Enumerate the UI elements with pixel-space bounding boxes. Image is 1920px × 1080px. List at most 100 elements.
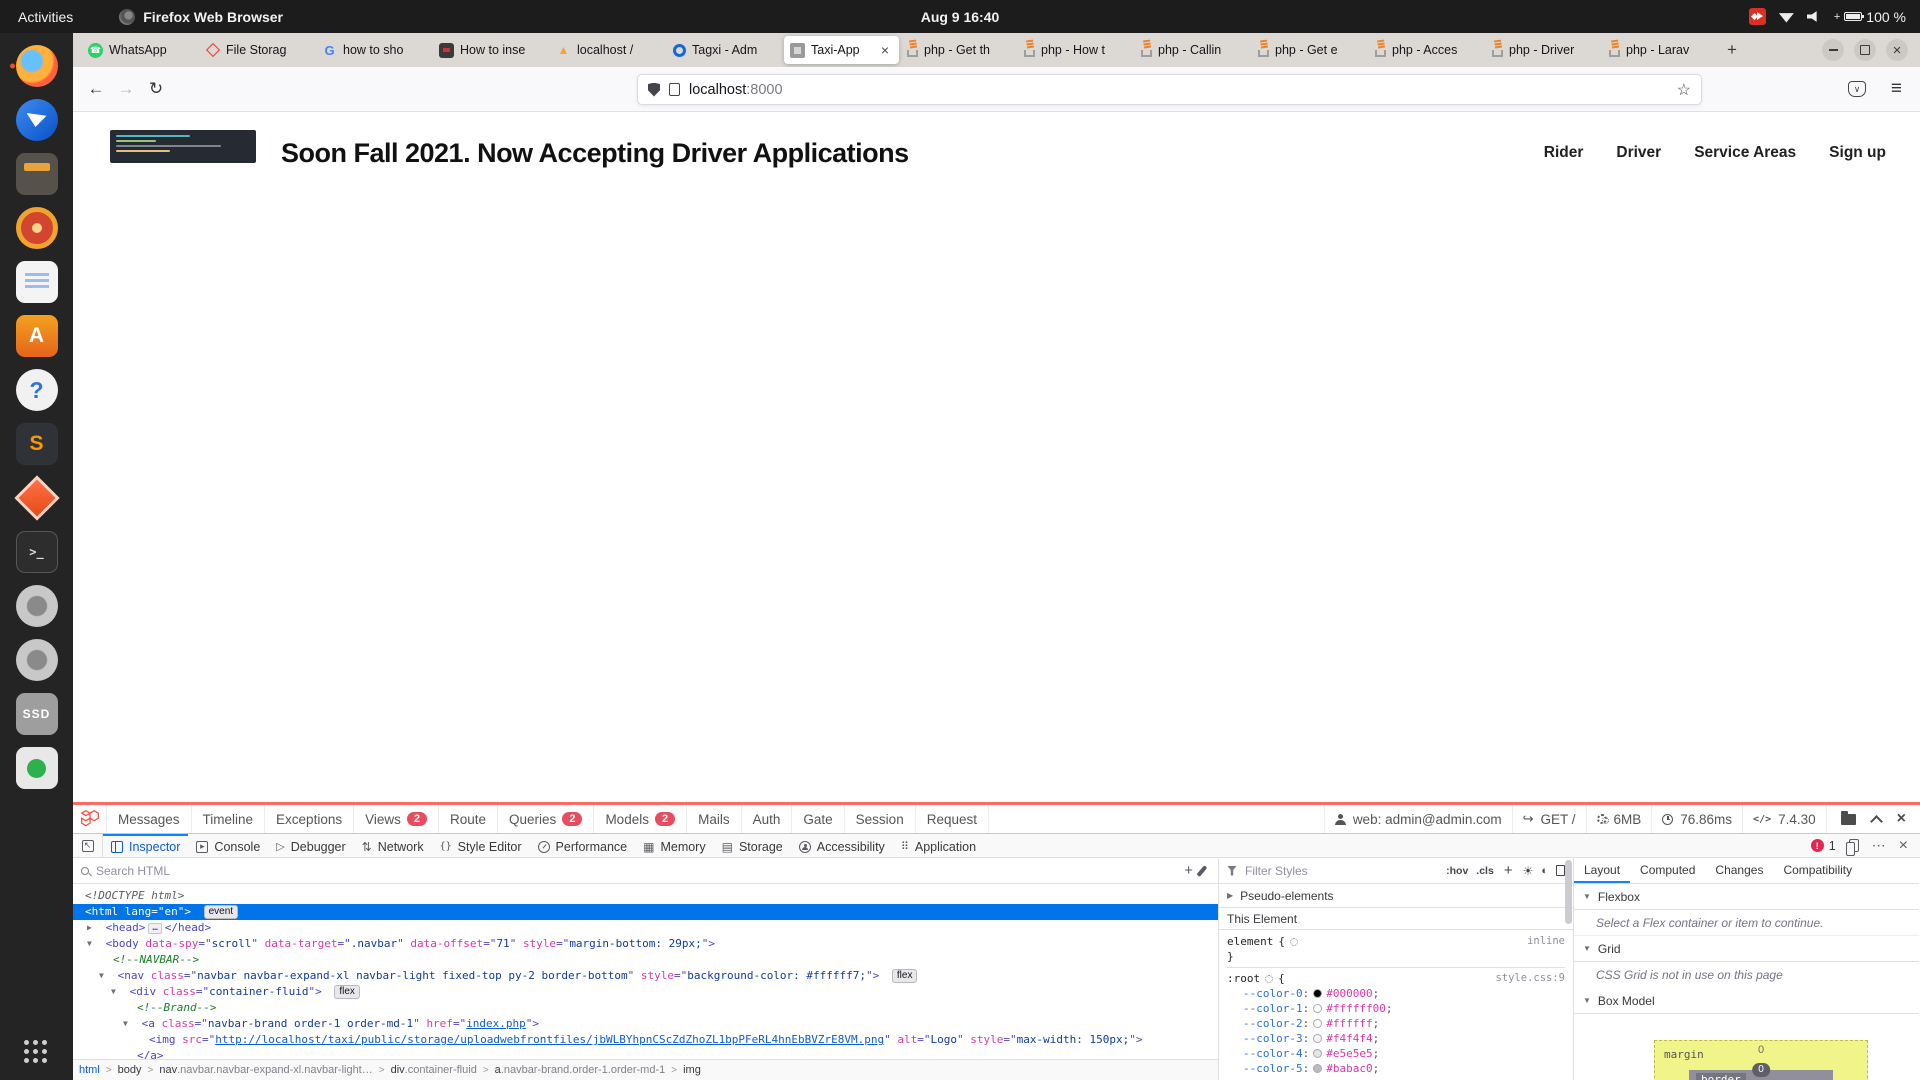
debugbar-tab[interactable]: Models 2 bbox=[594, 805, 687, 833]
browser-tab[interactable]: Tagxi - Adm bbox=[667, 36, 782, 64]
breadcrumb-item[interactable]: a.navbar-brand.order-1.order-md-1 bbox=[477, 1064, 665, 1076]
css-variable-name[interactable]: --color-2 bbox=[1243, 1016, 1303, 1031]
add-node-icon[interactable] bbox=[1184, 862, 1193, 879]
dock-item-image-app[interactable] bbox=[8, 471, 66, 525]
color-swatch[interactable] bbox=[1313, 1034, 1322, 1043]
browser-tab[interactable]: Taxi-App bbox=[784, 36, 899, 64]
search-input[interactable]: Search HTML bbox=[96, 864, 1177, 878]
debugbar-tab[interactable]: Messages bbox=[107, 805, 192, 833]
breadcrumb-item[interactable]: nav.navbar.navbar-expand-xl.navbar-light… bbox=[141, 1064, 372, 1076]
devtools-tab[interactable]: Style Editor bbox=[432, 834, 530, 857]
css-variable-row[interactable]: --color-2 : #ffffff ; bbox=[1227, 1016, 1565, 1031]
css-variable-name[interactable]: --color-5 bbox=[1243, 1061, 1303, 1076]
devtools-tab[interactable]: Performance bbox=[530, 834, 636, 857]
browser-tab[interactable]: how to sho bbox=[316, 36, 431, 64]
css-variable-value[interactable]: #ffffff00 bbox=[1326, 1001, 1386, 1016]
forward-button[interactable]: → bbox=[111, 74, 141, 104]
clock[interactable]: Aug 9 16:40 bbox=[921, 0, 1000, 33]
browser-tab[interactable]: php - Get th bbox=[901, 36, 1016, 64]
tab-close-icon[interactable] bbox=[877, 42, 893, 58]
dock-item-ssd-volume[interactable]: SSD bbox=[8, 687, 66, 741]
dock-item-app-green[interactable] bbox=[8, 741, 66, 795]
expand-arrow[interactable] bbox=[123, 1016, 135, 1032]
sidebar-tab[interactable]: Layout bbox=[1574, 858, 1630, 883]
filter-styles-bar[interactable]: Filter Styles :hov .cls + bbox=[1219, 858, 1573, 884]
devtools-tab[interactable]: Console bbox=[188, 834, 268, 857]
css-variable-row[interactable]: --color-4 : #e5e5e5 ; bbox=[1227, 1046, 1565, 1061]
dock-item-thunderbird[interactable] bbox=[8, 93, 66, 147]
dom-node-line[interactable]: <!--Brand--> bbox=[73, 1000, 1218, 1016]
devtools-tab[interactable]: Memory bbox=[635, 834, 714, 857]
css-variable-row[interactable]: --color-0 : #000000 ; bbox=[1227, 986, 1565, 1001]
dom-node-line[interactable]: <head>…</head> bbox=[73, 920, 1218, 936]
color-swatch[interactable] bbox=[1313, 1004, 1322, 1013]
close-button[interactable] bbox=[1886, 39, 1908, 61]
css-variable-value[interactable]: #f4f4f4 bbox=[1326, 1031, 1372, 1046]
color-swatch[interactable] bbox=[1313, 1049, 1322, 1058]
bookmark-star-icon[interactable] bbox=[1677, 80, 1691, 100]
border-top-value[interactable]: 0 bbox=[1752, 1063, 1770, 1077]
debugbar-tab[interactable]: Route bbox=[439, 805, 498, 833]
flexbox-section-header[interactable]: Flexbox bbox=[1574, 884, 1919, 910]
debugbar-status-item[interactable]: GET / bbox=[1512, 805, 1586, 833]
tracking-protection-shield-icon[interactable] bbox=[648, 83, 660, 97]
site-nav-link[interactable]: Service Areas bbox=[1694, 144, 1796, 162]
root-selector[interactable]: :root bbox=[1227, 971, 1260, 986]
pick-element-button[interactable] bbox=[73, 834, 103, 857]
new-tab-button[interactable] bbox=[1719, 37, 1745, 63]
add-rule-icon[interactable]: + bbox=[1504, 862, 1513, 879]
dom-node-line[interactable]: <nav class="navbar navbar-expand-xl navb… bbox=[73, 968, 1218, 984]
debugbar-status-item[interactable]: 76.86ms bbox=[1651, 805, 1742, 833]
grid-section-header[interactable]: Grid bbox=[1574, 936, 1919, 962]
toggle-hover-button[interactable]: :hov bbox=[1446, 865, 1468, 877]
sidebar-tab[interactable]: Computed bbox=[1630, 858, 1705, 883]
expand-arrow[interactable] bbox=[87, 920, 99, 936]
css-variable-row[interactable]: --color-1 : #ffffff00 ; bbox=[1227, 1001, 1565, 1016]
color-swatch[interactable] bbox=[1313, 989, 1322, 998]
debugbar-tab[interactable]: Views 2 bbox=[354, 805, 439, 833]
node-badge[interactable]: flex bbox=[334, 985, 360, 999]
expand-arrow[interactable] bbox=[111, 984, 123, 1000]
browser-tab[interactable]: php - How t bbox=[1018, 36, 1133, 64]
debugbar-tab[interactable]: Gate bbox=[792, 805, 844, 833]
element-selector[interactable]: element bbox=[1227, 934, 1273, 949]
debugbar-status-item[interactable]: web: admin@admin.com bbox=[1324, 805, 1512, 833]
css-variable-row[interactable]: --color-3 : #f4f4f4 ; bbox=[1227, 1031, 1565, 1046]
browser-tab[interactable]: php - Get e bbox=[1252, 36, 1367, 64]
dock-item-libreoffice-writer[interactable] bbox=[8, 255, 66, 309]
dock-item-files[interactable] bbox=[8, 147, 66, 201]
css-variable-value[interactable]: #e5e5e5 bbox=[1326, 1046, 1372, 1061]
folder-icon[interactable] bbox=[1841, 814, 1856, 825]
gear-icon[interactable] bbox=[1265, 975, 1273, 983]
error-count-badge[interactable]: 1 bbox=[1811, 839, 1836, 853]
dock-item-disks[interactable] bbox=[8, 633, 66, 687]
dom-node-line[interactable]: <!--NAVBAR--> bbox=[73, 952, 1218, 968]
chevron-up-icon[interactable] bbox=[1870, 815, 1883, 828]
css-variable-name[interactable]: --color-3 bbox=[1243, 1031, 1303, 1046]
debugbar-tab[interactable]: Session bbox=[845, 805, 916, 833]
laravel-icon[interactable] bbox=[73, 805, 107, 833]
light-mode-icon[interactable] bbox=[1523, 864, 1534, 878]
devtools-menu-icon[interactable] bbox=[1872, 837, 1886, 854]
url-bar[interactable]: localhost:8000 bbox=[637, 74, 1702, 105]
margin-top-value[interactable]: 0 bbox=[1758, 1044, 1764, 1056]
dock-item-settings[interactable] bbox=[8, 579, 66, 633]
css-variable-value[interactable]: #000000 bbox=[1326, 986, 1372, 1001]
dom-node-line[interactable]: <img src="http://localhost/taxi/public/s… bbox=[73, 1032, 1218, 1048]
debugbar-tab[interactable]: Queries 2 bbox=[498, 805, 594, 833]
html-search-bar[interactable]: Search HTML bbox=[73, 858, 1218, 884]
css-variable-name[interactable]: --color-4 bbox=[1243, 1046, 1303, 1061]
box-model-section-header[interactable]: Box Model bbox=[1574, 988, 1919, 1014]
breadcrumb-item[interactable]: div.container-fluid bbox=[373, 1064, 477, 1076]
css-variable-value[interactable]: #babac0 bbox=[1326, 1061, 1372, 1076]
hamburger-menu-icon[interactable] bbox=[1891, 78, 1902, 100]
devtools-tab[interactable]: Network bbox=[354, 834, 432, 857]
debugbar-close-icon[interactable] bbox=[1897, 811, 1906, 827]
browser-tab[interactable]: php - Acces bbox=[1369, 36, 1484, 64]
pocket-icon[interactable] bbox=[1848, 81, 1866, 97]
sidebar-tab[interactable]: Compatibility bbox=[1773, 858, 1862, 883]
pseudo-elements-row[interactable]: Pseudo-elements bbox=[1219, 884, 1573, 908]
dock-item-firefox[interactable] bbox=[8, 39, 66, 93]
debugbar-status-item[interactable]: 7.4.30 bbox=[1742, 805, 1826, 833]
browser-tab[interactable]: localhost / bbox=[550, 36, 665, 64]
